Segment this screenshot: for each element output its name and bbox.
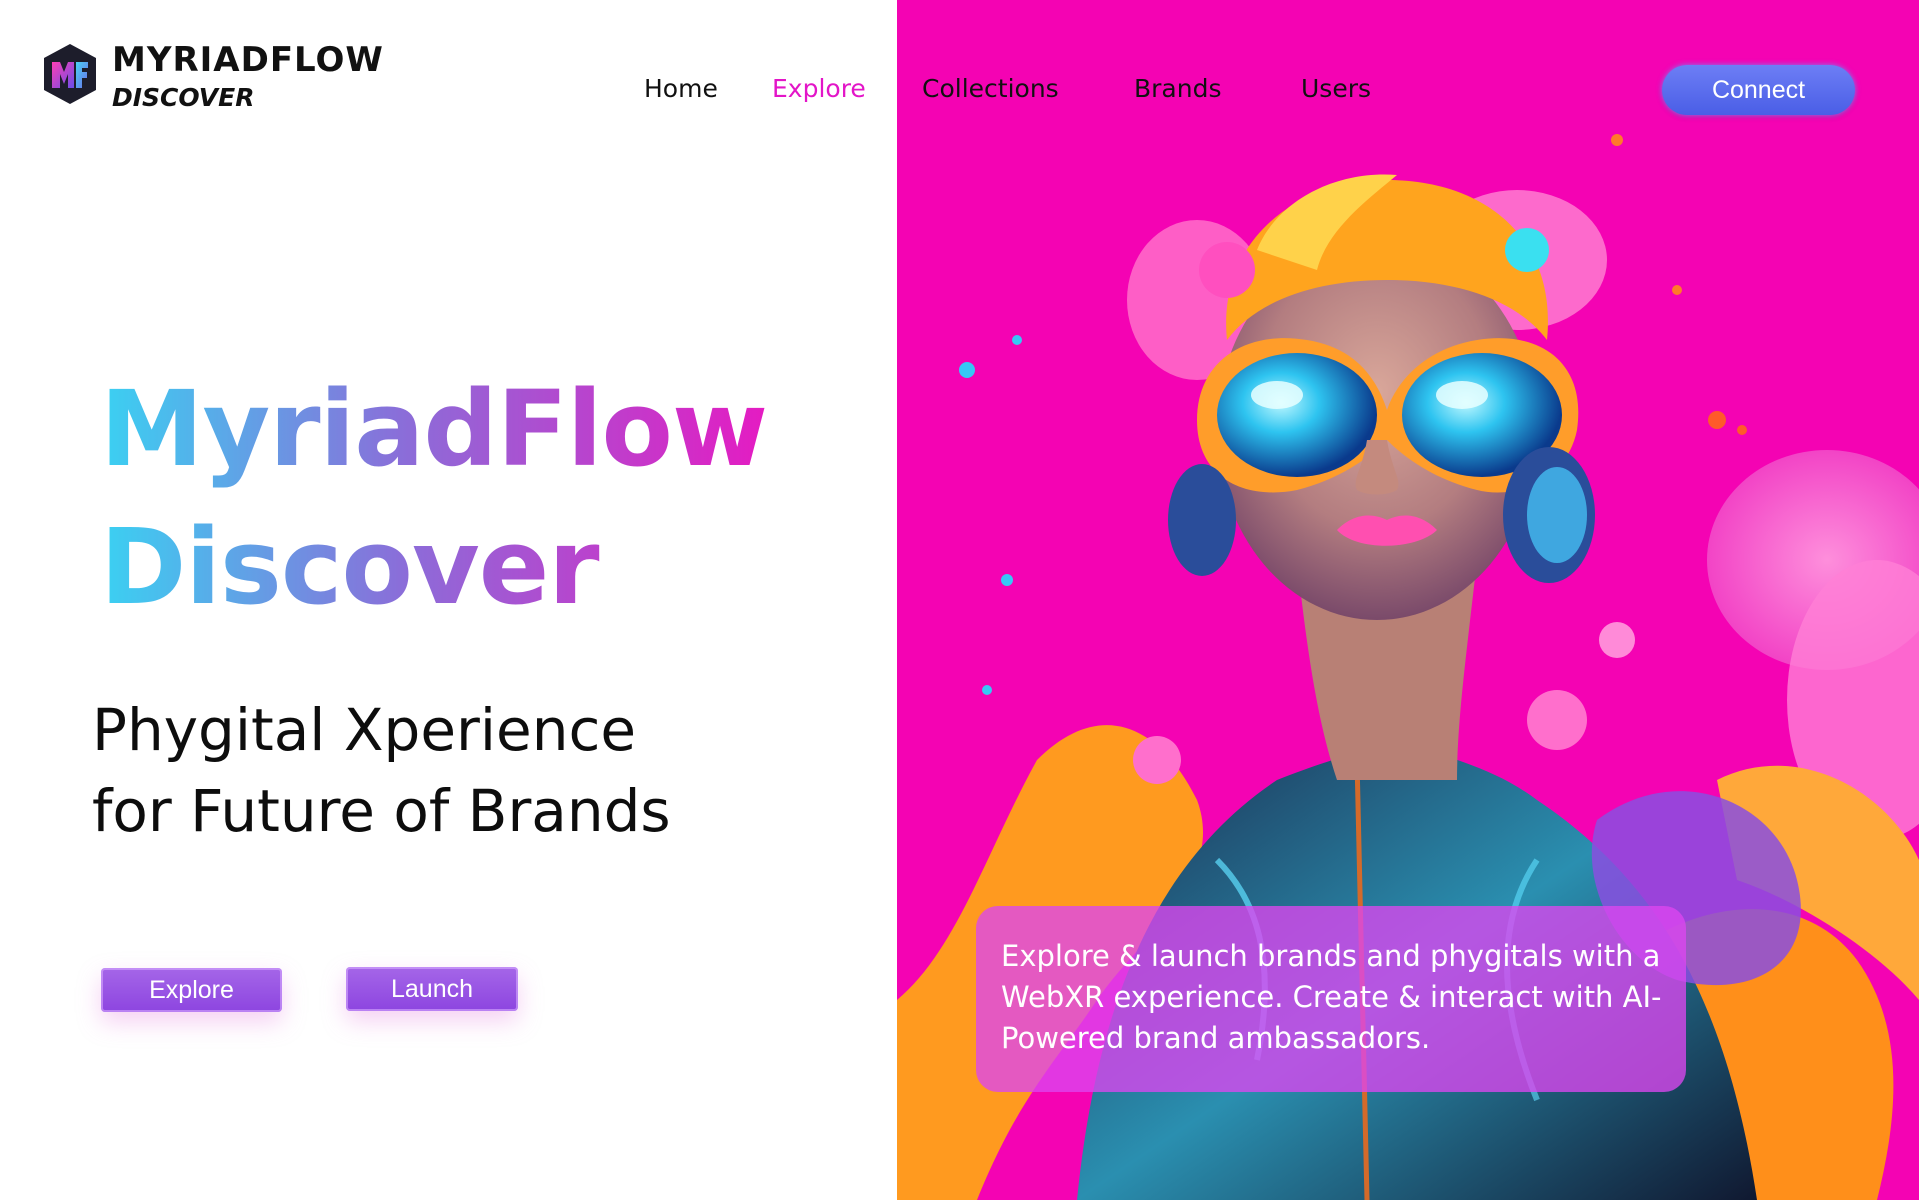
hero-info-card: Explore & launch brands and phygitals wi… [976,906,1686,1092]
hero-title-line-1: MyriadFlow [100,368,768,490]
hero-subtitle-line-1: Phygital Xperience [92,696,637,764]
hero-title: MyriadFlow Discover [100,360,767,636]
brand-subname: DISCOVER [112,83,255,112]
page: MYRIADFLOW DISCOVER Home Explore Collect… [0,0,1919,1200]
brand-name: MYRIADFLOW [112,40,384,80]
hero-info-text: Explore & launch brands and phygitals wi… [1001,939,1662,1055]
hero-title-line-2: Discover [100,506,599,628]
nav-brands[interactable]: Brands [1134,74,1222,103]
nav-users[interactable]: Users [1301,74,1371,103]
launch-button[interactable]: Launch [346,967,518,1011]
nav-home[interactable]: Home [644,74,718,103]
hero-subtitle-line-2: for Future of Brands [92,777,671,845]
myriadflow-cube-logo-icon [44,44,96,104]
connect-button[interactable]: Connect [1662,65,1855,115]
brand-logo[interactable]: MYRIADFLOW DISCOVER [42,40,384,114]
brand-text: MYRIADFLOW DISCOVER [112,40,384,114]
nav-explore[interactable]: Explore [772,74,866,103]
explore-button[interactable]: Explore [101,968,282,1012]
hero-subtitle: Phygital Xperience for Future of Brands [92,690,671,852]
nav-collections[interactable]: Collections [922,74,1059,103]
